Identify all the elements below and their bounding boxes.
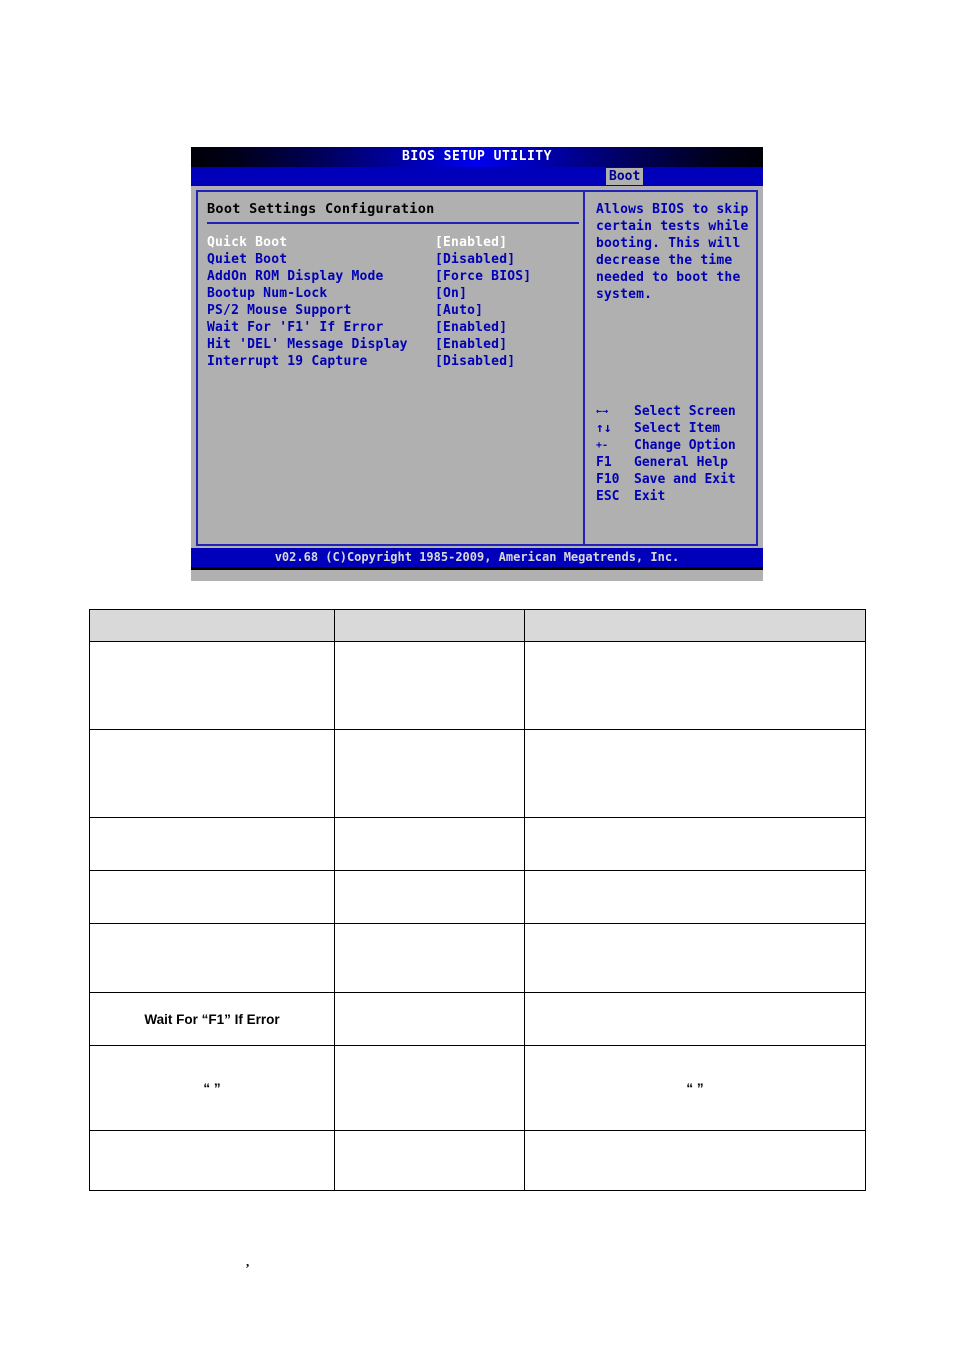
help-line: certain tests while	[596, 219, 749, 234]
boot-option-value[interactable]: [Disabled]	[435, 251, 515, 268]
boot-option-row[interactable]: Hit 'DEL' Message Display [Enabled]	[207, 336, 583, 353]
legend-description: General Help	[634, 455, 728, 470]
stray-comma-mark: ,	[246, 1254, 250, 1269]
settings-description-table: Wait For “F1” If Error “ ” “ ”	[89, 609, 866, 1191]
boot-option-row[interactable]: AddOn ROM Display Mode [Force BIOS]	[207, 268, 583, 285]
table-row	[89, 817, 866, 871]
boot-option-value[interactable]: [On]	[435, 285, 467, 302]
bios-menu-tab-bar: Boot	[191, 167, 763, 186]
table-row: Wait For “F1” If Error	[89, 992, 866, 1046]
table-cell	[89, 729, 335, 818]
table-header-row	[89, 609, 866, 642]
table-cell	[524, 641, 866, 730]
legend-key-icon: ESC	[596, 489, 620, 504]
table-row	[89, 729, 866, 818]
table-header-cell	[89, 609, 335, 642]
table-cell	[334, 923, 525, 993]
table-cell	[89, 870, 335, 924]
boot-option-row[interactable]: Wait For 'F1' If Error [Enabled]	[207, 319, 583, 336]
table-cell	[334, 992, 525, 1046]
boot-option-label: Wait For 'F1' If Error	[207, 320, 384, 335]
help-line: needed to boot the	[596, 270, 741, 285]
table-cell: “ ”	[524, 1045, 866, 1131]
table-cell: Wait For “F1” If Error	[89, 992, 335, 1046]
legend-key-icon: ←→	[596, 406, 609, 417]
table-cell	[334, 729, 525, 818]
boot-option-label: Hit 'DEL' Message Display	[207, 337, 408, 352]
boot-option-row[interactable]: Quiet Boot [Disabled]	[207, 251, 583, 268]
table-cell	[89, 817, 335, 871]
boot-option-value[interactable]: [Enabled]	[435, 336, 507, 353]
bios-body: Boot Settings Configuration Quick Boot [E…	[191, 186, 763, 548]
table-cell	[89, 641, 335, 730]
legend-key-icon: ↑↓	[596, 421, 612, 436]
legend-description: Select Screen	[634, 404, 736, 419]
legend-key-icon: F10	[596, 472, 620, 487]
boot-option-label: Bootup Num-Lock	[207, 286, 328, 301]
help-text: Allows BIOS to skip certain tests while bo…	[596, 201, 748, 303]
table-cell	[524, 1130, 866, 1191]
help-panel: Allows BIOS to skip certain tests while bo…	[585, 192, 756, 544]
bios-panels: Boot Settings Configuration Quick Boot [E…	[196, 190, 758, 546]
table-cell	[334, 1045, 525, 1131]
section-divider	[207, 222, 579, 224]
table-cell	[89, 1130, 335, 1191]
help-line: Allows BIOS to skip	[596, 202, 749, 217]
bios-footer: v02.68 (C)Copyright 1985-2009, American …	[191, 548, 763, 570]
boot-option-value[interactable]: [Force BIOS]	[435, 268, 531, 285]
table-row	[89, 1130, 866, 1191]
boot-option-label: PS/2 Mouse Support	[207, 303, 352, 318]
legend-description: Exit	[634, 489, 666, 504]
table-cell	[524, 923, 866, 993]
boot-option-value[interactable]: [Disabled]	[435, 353, 515, 370]
boot-option-value[interactable]: [Enabled]	[435, 319, 507, 336]
table-cell: “ ”	[89, 1045, 335, 1131]
table-cell	[334, 1130, 525, 1191]
table-cell	[334, 641, 525, 730]
boot-option-row[interactable]: Interrupt 19 Capture [Disabled]	[207, 353, 583, 370]
section-title: Boot Settings Configuration	[207, 201, 435, 217]
table-header-cell	[524, 609, 866, 642]
boot-option-label: Quiet Boot	[207, 252, 288, 267]
boot-option-label: Quick Boot	[207, 235, 288, 250]
table-row: “ ” “ ”	[89, 1045, 866, 1131]
boot-option-label: Interrupt 19 Capture	[207, 354, 368, 369]
boot-option-label: AddOn ROM Display Mode	[207, 269, 384, 284]
boot-option-value[interactable]: [Enabled]	[435, 234, 507, 251]
table-row	[89, 641, 866, 730]
table-cell	[524, 992, 866, 1046]
legend-description: Save and Exit	[634, 472, 736, 487]
table-cell	[524, 870, 866, 924]
table-header-cell	[334, 609, 525, 642]
boot-option-value[interactable]: [Auto]	[435, 302, 483, 319]
boot-settings-panel: Boot Settings Configuration Quick Boot [E…	[198, 192, 583, 544]
bios-copyright: v02.68 (C)Copyright 1985-2009, American …	[274, 550, 680, 564]
legend-key-icon: F1	[596, 455, 612, 470]
table-cell	[334, 817, 525, 871]
help-line: booting. This will	[596, 236, 741, 251]
bios-title-bar: BIOS SETUP UTILITY	[191, 147, 763, 167]
boot-options-list: Quick Boot [Enabled] Quiet Boot [Disabled] A…	[207, 234, 583, 370]
boot-option-row[interactable]: Quick Boot [Enabled]	[207, 234, 583, 251]
legend-key-icon: +-	[596, 440, 609, 451]
table-cell	[524, 817, 866, 871]
table-row	[89, 923, 866, 993]
table-cell	[524, 729, 866, 818]
table-row	[89, 870, 866, 924]
table-cell	[334, 870, 525, 924]
boot-option-row[interactable]: Bootup Num-Lock [On]	[207, 285, 583, 302]
bios-setup-screenshot: BIOS SETUP UTILITY Boot Boot Settings Co…	[191, 147, 763, 581]
help-line: system.	[596, 287, 653, 302]
table-cell	[89, 923, 335, 993]
legend-description: Select Item	[634, 421, 721, 436]
bios-title: BIOS SETUP UTILITY	[402, 149, 552, 164]
help-line: decrease the time	[596, 253, 733, 268]
boot-option-row[interactable]: PS/2 Mouse Support [Auto]	[207, 302, 583, 319]
tab-boot[interactable]: Boot	[606, 168, 644, 185]
legend-description: Change Option	[634, 438, 736, 453]
